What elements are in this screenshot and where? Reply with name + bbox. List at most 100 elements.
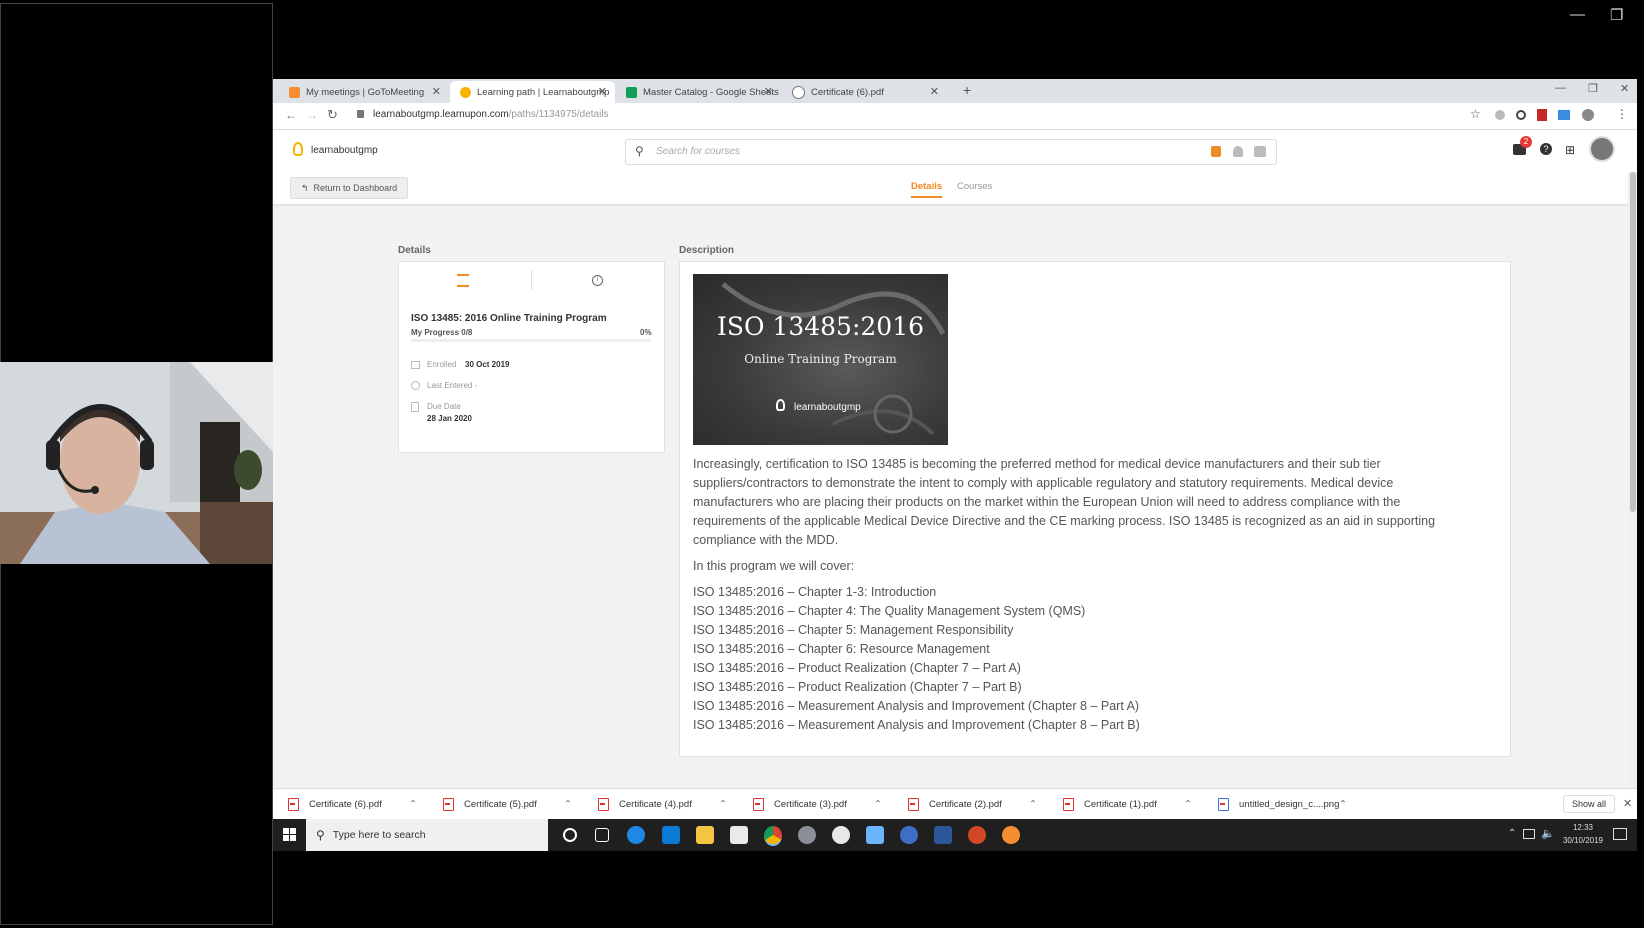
- tab-courses[interactable]: Courses: [957, 181, 992, 192]
- meeting-minimize-button[interactable]: —: [1570, 6, 1585, 23]
- info-icon[interactable]: i: [592, 275, 603, 286]
- close-tab-icon[interactable]: ✕: [764, 85, 773, 98]
- extension-icon[interactable]: [1495, 110, 1505, 120]
- close-tab-icon[interactable]: ✕: [432, 85, 441, 98]
- profile-avatar-icon[interactable]: [1582, 109, 1594, 121]
- action-center-icon[interactable]: [1613, 828, 1627, 840]
- search-input[interactable]: ⚲ Search for courses: [625, 139, 1277, 165]
- app-icon[interactable]: [832, 826, 850, 844]
- close-tab-icon[interactable]: ✕: [930, 85, 939, 98]
- window-minimize-button[interactable]: —: [1555, 82, 1566, 94]
- progress-bar: [411, 339, 651, 342]
- forward-arrow-icon[interactable]: →: [306, 108, 318, 122]
- reload-icon[interactable]: ↻: [327, 107, 338, 123]
- volume-icon[interactable]: 🔈: [1541, 827, 1555, 840]
- edge-icon[interactable]: [627, 826, 645, 844]
- url-path: /paths/1134975/details: [508, 109, 609, 120]
- brand-name[interactable]: learnaboutgmp: [311, 145, 378, 156]
- window-close-button[interactable]: ✕: [1620, 82, 1629, 95]
- download-item[interactable]: Certificate (3).pdf ⌃: [753, 798, 882, 811]
- catalog-icon[interactable]: [1211, 146, 1221, 157]
- download-options-chevron-icon[interactable]: ⌃: [1339, 799, 1347, 810]
- windows-start-icon[interactable]: [283, 828, 297, 842]
- download-options-chevron-icon[interactable]: ⌃: [1029, 799, 1037, 810]
- org-chart-icon[interactable]: ⊞: [1565, 143, 1575, 157]
- window-maximize-button[interactable]: ❐: [1588, 82, 1598, 95]
- new-tab-button[interactable]: +: [963, 82, 971, 98]
- banner-subtitle: Online Training Program: [744, 352, 897, 366]
- app-icon[interactable]: [866, 826, 884, 844]
- tab-certificate-pdf[interactable]: Certificate (6).pdf ✕: [782, 81, 947, 103]
- download-item[interactable]: Certificate (2).pdf ⌃: [908, 798, 1037, 811]
- tab-master-catalog[interactable]: Master Catalog - Google Sheets ✕: [616, 81, 781, 103]
- page-scrollbar[interactable]: [1628, 172, 1637, 819]
- meeting-restore-button[interactable]: ❐: [1610, 6, 1623, 24]
- scrollbar-thumb[interactable]: [1630, 172, 1636, 512]
- store-icon[interactable]: [1254, 146, 1266, 157]
- store-app-icon[interactable]: [662, 826, 680, 844]
- lightbulb-icon: [460, 86, 471, 98]
- download-item[interactable]: Certificate (1).pdf ⌃: [1063, 798, 1192, 811]
- download-item[interactable]: untitled_design_c....png ⌃: [1218, 798, 1347, 811]
- app-icon[interactable]: [798, 826, 816, 844]
- cover-list-item: ISO 13485:2016 – Measurement Analysis an…: [693, 718, 1140, 732]
- pdf-extension-icon[interactable]: [1537, 109, 1547, 121]
- user-icon[interactable]: [1233, 146, 1243, 157]
- clock-icon: [411, 381, 420, 390]
- download-item[interactable]: Certificate (5).pdf ⌃: [443, 798, 572, 811]
- url-field[interactable]: learnaboutgmp.learnupon.com/paths/113497…: [373, 109, 609, 120]
- extension-icon[interactable]: [1558, 110, 1570, 120]
- close-downloads-bar-button[interactable]: ✕: [1623, 797, 1632, 810]
- show-all-downloads-button[interactable]: Show all: [1563, 795, 1616, 813]
- download-options-chevron-icon[interactable]: ⌃: [1184, 799, 1192, 810]
- list-view-icon[interactable]: [457, 274, 469, 287]
- divider: [531, 270, 532, 290]
- close-tab-icon[interactable]: ✕: [598, 85, 607, 98]
- cortana-icon[interactable]: [563, 828, 577, 842]
- extension-icon[interactable]: [1516, 110, 1526, 120]
- download-filename: Certificate (5).pdf: [464, 799, 537, 810]
- download-options-chevron-icon[interactable]: ⌃: [719, 799, 727, 810]
- cover-intro: In this program we will cover:: [693, 559, 855, 573]
- search-icon: ⚲: [635, 144, 644, 158]
- tab-gotomeeting[interactable]: My meetings | GoToMeeting ✕: [279, 81, 449, 103]
- banner-brand: learnaboutgmp: [794, 402, 861, 413]
- download-filename: Certificate (4).pdf: [619, 799, 692, 810]
- tab-details[interactable]: Details: [911, 181, 943, 198]
- enrolled-label: Enrolled: [427, 360, 457, 369]
- chrome-icon[interactable]: [764, 826, 782, 846]
- taskbar-search-input[interactable]: ⚲ Type here to search: [306, 819, 548, 851]
- cover-list-item: ISO 13485:2016 – Chapter 5: Management R…: [693, 623, 1014, 637]
- word-icon[interactable]: [934, 826, 952, 844]
- tab-learning-path[interactable]: Learning path | Learnaboutgmp ✕: [450, 81, 615, 103]
- clock-time[interactable]: 12:33: [1561, 823, 1605, 832]
- app-icon[interactable]: [900, 826, 918, 844]
- download-options-chevron-icon[interactable]: ⌃: [409, 799, 417, 810]
- download-filename: untitled_design_c....png: [1239, 799, 1340, 810]
- user-avatar[interactable]: [1589, 136, 1615, 162]
- file-explorer-icon[interactable]: [696, 826, 714, 844]
- download-filename: Certificate (1).pdf: [1084, 799, 1157, 810]
- gotomeeting-icon[interactable]: [1002, 826, 1020, 844]
- return-to-dashboard-button[interactable]: ↰ Return to Dashboard: [290, 177, 409, 199]
- help-icon[interactable]: ?: [1540, 143, 1552, 155]
- clock-date[interactable]: 30/10/2019: [1561, 836, 1605, 845]
- download-options-chevron-icon[interactable]: ⌃: [564, 799, 572, 810]
- task-view-icon[interactable]: [595, 828, 609, 842]
- bookmark-star-icon[interactable]: ☆: [1470, 107, 1481, 121]
- download-item[interactable]: Certificate (6).pdf ⌃: [288, 798, 417, 811]
- network-icon[interactable]: [1523, 829, 1535, 839]
- url-host: learnaboutgmp.learnupon.com: [373, 109, 509, 120]
- tab-label: Learning path | Learnaboutgmp: [477, 86, 610, 98]
- lightbulb-logo-icon: [776, 399, 785, 411]
- sheets-icon: [626, 86, 637, 98]
- download-filename: Certificate (3).pdf: [774, 799, 847, 810]
- address-bar: ← → ↻ learnaboutgmp.learnupon.com/paths/…: [273, 103, 1637, 130]
- more-menu-icon[interactable]: ⋮: [1616, 107, 1628, 121]
- mail-icon[interactable]: [730, 826, 748, 844]
- download-options-chevron-icon[interactable]: ⌃: [874, 799, 882, 810]
- download-item[interactable]: Certificate (4).pdf ⌃: [598, 798, 727, 811]
- tray-chevron-icon[interactable]: ⌃: [1508, 828, 1516, 839]
- back-arrow-icon[interactable]: ←: [285, 108, 297, 122]
- powerpoint-icon[interactable]: [968, 826, 986, 844]
